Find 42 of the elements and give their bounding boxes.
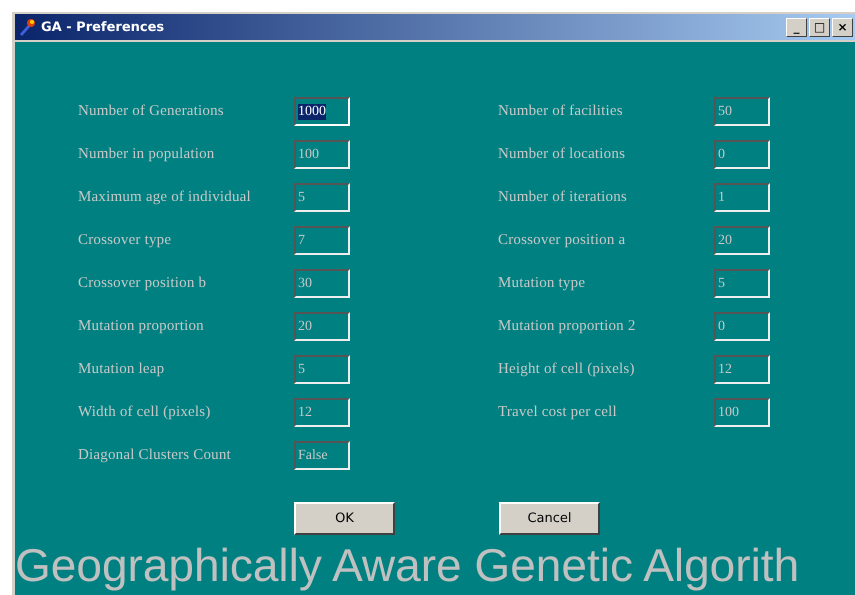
input-field[interactable]: 20 xyxy=(714,226,770,255)
field-label: Mutation proportion 2 xyxy=(498,318,637,335)
input-field[interactable]: 1 xyxy=(714,183,770,212)
banner-text: Geographically Aware Genetic Algorith xyxy=(15,539,800,591)
input-field[interactable]: 20 xyxy=(294,312,350,341)
input-field[interactable]: 7 xyxy=(294,226,350,255)
torch-icon xyxy=(17,17,37,37)
input-field[interactable]: 0 xyxy=(714,312,770,341)
field-label: Mutation leap xyxy=(78,361,166,378)
ok-button[interactable]: OK xyxy=(294,502,395,535)
field-label: Diagonal Clusters Count xyxy=(78,447,232,464)
input-field[interactable]: 12 xyxy=(714,355,770,384)
input-field[interactable]: 12 xyxy=(294,398,350,427)
field-label: Width of cell (pixels) xyxy=(78,404,212,421)
close-button[interactable]: × xyxy=(832,18,853,36)
field-label: Number in population xyxy=(78,146,216,163)
input-field[interactable]: 100 xyxy=(714,398,770,427)
input-field[interactable]: 100 xyxy=(294,140,350,169)
field-label: Crossover position b xyxy=(78,275,208,292)
cancel-button[interactable]: Cancel xyxy=(499,502,600,535)
field-label: Number of iterations xyxy=(498,189,628,206)
field-label: Travel cost per cell xyxy=(498,404,618,421)
field-label: Number of facilities xyxy=(498,103,624,120)
input-field[interactable]: 5 xyxy=(714,269,770,298)
input-field[interactable]: 50 xyxy=(714,97,770,126)
input-field[interactable]: False xyxy=(294,441,350,470)
window-title: GA - Preferences xyxy=(41,20,166,34)
maximize-button[interactable]: □ xyxy=(809,18,830,36)
field-label: Number of Generations xyxy=(78,103,225,120)
field-label: Height of cell (pixels) xyxy=(498,361,636,378)
input-field[interactable]: 5 xyxy=(294,183,350,212)
field-label: Mutation type xyxy=(498,275,586,292)
field-label: Number of locations xyxy=(498,146,626,163)
field-label: Crossover position a xyxy=(498,232,626,249)
input-field[interactable]: 5 xyxy=(294,355,350,384)
input-field[interactable]: 1000 xyxy=(294,97,350,126)
field-label: Crossover type xyxy=(78,232,172,249)
input-field[interactable]: 0 xyxy=(714,140,770,169)
minimize-button[interactable]: _ xyxy=(786,18,807,36)
input-field[interactable]: 30 xyxy=(294,269,350,298)
field-label: Maximum age of individual xyxy=(78,189,252,206)
field-label: Mutation proportion xyxy=(78,318,205,335)
